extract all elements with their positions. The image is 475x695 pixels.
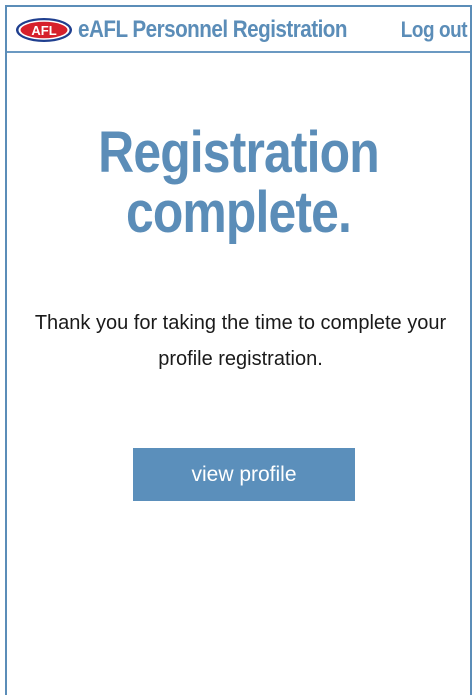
app-frame: AFL eAFL Personnel Registration Log out … bbox=[5, 5, 472, 695]
header-bar: AFL eAFL Personnel Registration Log out bbox=[7, 7, 470, 53]
confirmation-message: Thank you for taking the time to complet… bbox=[34, 312, 447, 370]
page-title: Registration complete. bbox=[7, 123, 470, 243]
logout-link[interactable]: Log out bbox=[401, 14, 468, 46]
app-title: eAFL Personnel Registration bbox=[78, 16, 347, 43]
view-profile-button[interactable]: view profile bbox=[133, 448, 355, 501]
logo-text: AFL bbox=[31, 23, 56, 38]
page-title-line-1: Registration bbox=[98, 120, 380, 185]
page-title-line-2: complete. bbox=[125, 180, 352, 245]
afl-logo-icon: AFL bbox=[16, 18, 72, 42]
